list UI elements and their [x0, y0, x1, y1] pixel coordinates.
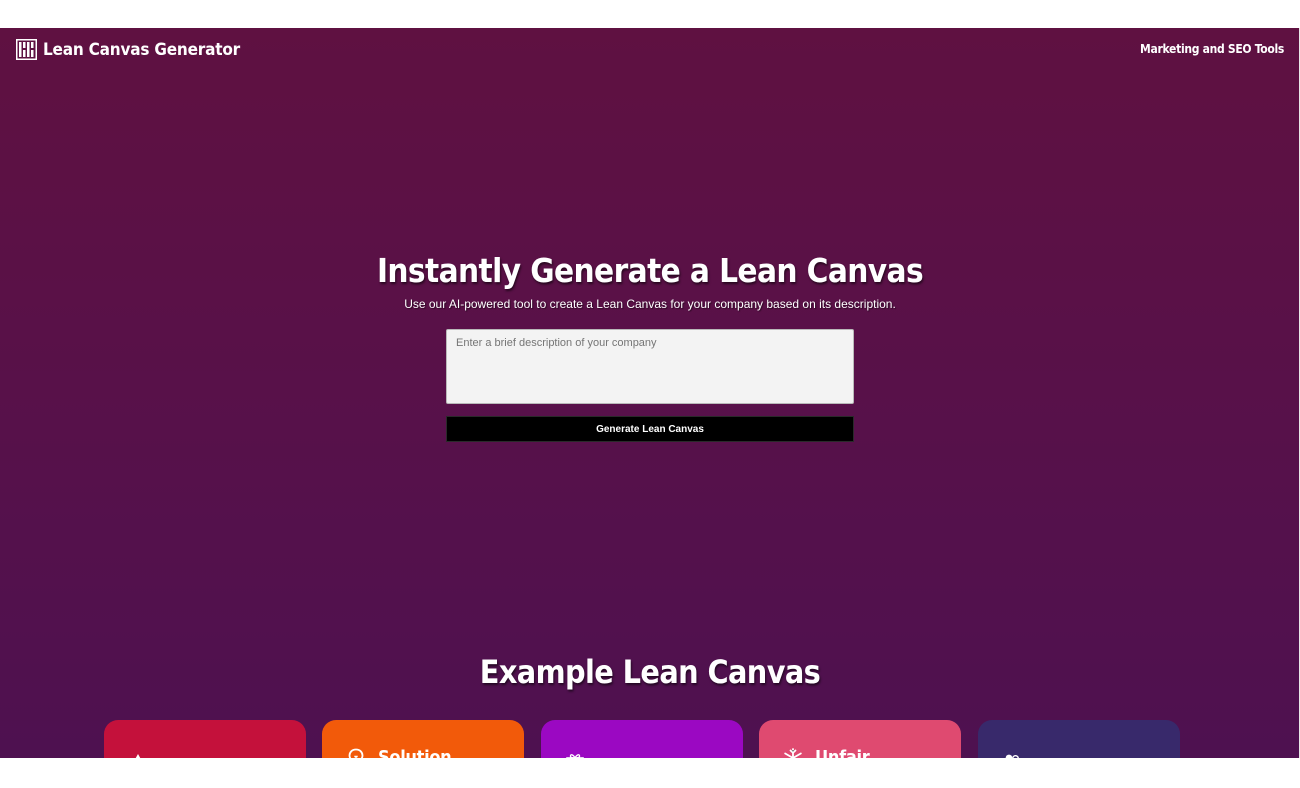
lightbulb-icon: [348, 748, 364, 758]
generate-lean-canvas-button[interactable]: Generate Lean Canvas: [446, 416, 854, 442]
example-card-unfair-advantage: Unfair Advantage: [759, 720, 961, 758]
example-section-title: Example Lean Canvas: [479, 653, 821, 691]
page-bottom-edge: [0, 758, 1300, 788]
card-title: Unfair Advantage: [815, 747, 870, 759]
brand-logo[interactable]: Lean Canvas Generator: [16, 39, 240, 60]
example-card-problem: [104, 720, 306, 758]
example-card-customer-segments: [978, 720, 1180, 758]
example-card-solution: Solution: [322, 720, 524, 758]
canvas-grid-icon: [16, 39, 37, 60]
hero-title: Instantly Generate a Lean Canvas: [376, 251, 924, 290]
company-description-input[interactable]: [446, 329, 854, 404]
page-viewport: Lean Canvas Generator Marketing and SEO …: [0, 28, 1300, 758]
card-title: Solution: [378, 747, 452, 759]
hero-subtitle: Use our AI-powered tool to create a Lean…: [404, 297, 896, 311]
snowflake-icon: [784, 748, 802, 758]
example-card-value-proposition: [541, 720, 743, 758]
brand-title: Lean Canvas Generator: [43, 39, 241, 60]
nav-link-marketing-seo-tools[interactable]: Marketing and SEO Tools: [1140, 42, 1284, 56]
